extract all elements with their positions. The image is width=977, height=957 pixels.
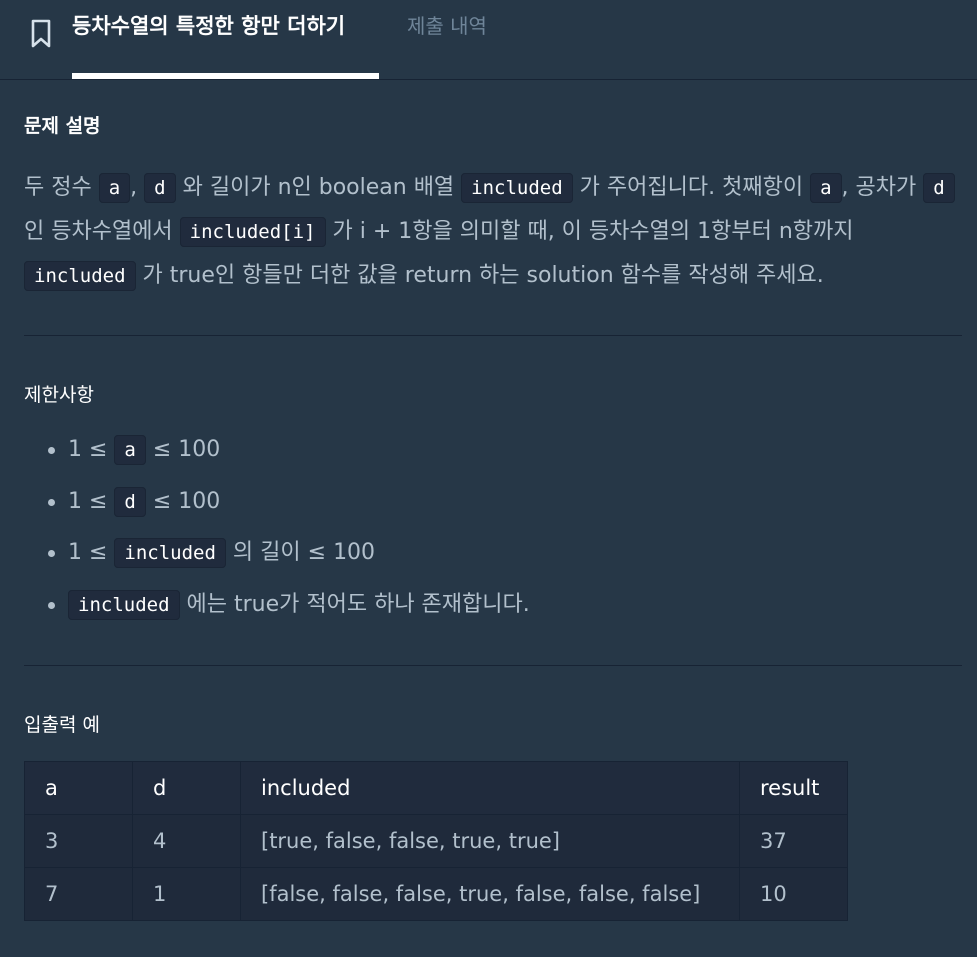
divider	[24, 335, 962, 336]
table-row: 7 1 [false, false, false, true, false, f…	[24, 867, 848, 921]
text-span: 가 i + 1항을 의미할 때, 이 등차수열의 1항부터 n항까지	[325, 219, 854, 244]
code-included: included	[68, 589, 180, 620]
text-span: 인 등차수열에서	[24, 219, 180, 244]
code-d: d	[144, 173, 176, 203]
active-tab-indicator	[72, 73, 379, 79]
column-header: a	[24, 761, 133, 815]
top-bar: 등차수열의 특정한 항만 더하기 제출 내역	[0, 0, 977, 80]
io-title: 입출력 예	[24, 714, 100, 736]
table-cell: 37	[739, 814, 848, 868]
io-table: a d included result 3 4 [true, false, fa…	[24, 761, 848, 921]
text-span: 에는 true가 적어도 하나 존재합니다.	[179, 591, 530, 617]
bookmark-icon[interactable]	[28, 18, 56, 50]
limit-item: included 에는 true가 적어도 하나 존재합니다.	[48, 584, 530, 636]
text-span: 가 주어집니다. 첫째항이	[572, 175, 811, 200]
tab-problem[interactable]: 등차수열의 특정한 항만 더하기	[72, 8, 345, 44]
table-cell: 7	[24, 867, 133, 921]
code-included-i: included[i]	[179, 217, 326, 247]
limits-list: 1 ≤ a ≤ 100 1 ≤ d ≤ 100 1 ≤ included 의 길…	[48, 429, 530, 636]
divider	[24, 665, 962, 666]
table-header-row: a d included result	[24, 761, 848, 815]
description-text: 두 정수 a, d 와 길이가 n인 boolean 배열 included 가…	[24, 166, 964, 298]
code-a: a	[98, 173, 131, 203]
text-span: ,	[130, 175, 145, 200]
code-included: included	[24, 261, 136, 291]
code-a: a	[114, 435, 146, 465]
column-header: d	[132, 761, 241, 815]
text-span: , 공차가	[841, 175, 924, 200]
tab-submission-history[interactable]: 제출 내역	[407, 8, 487, 44]
code-d: d	[114, 486, 146, 517]
text-span: 두 정수	[24, 175, 99, 200]
table-cell: [false, false, false, true, false, false…	[240, 867, 740, 921]
limit-item: 1 ≤ a ≤ 100	[48, 429, 530, 481]
table-cell: 3	[24, 814, 133, 868]
table-cell: 10	[739, 867, 848, 921]
limits-title: 제한사항	[24, 384, 94, 406]
column-header: result	[739, 761, 848, 815]
column-header: included	[240, 761, 740, 815]
code-included: included	[114, 538, 226, 568]
table-cell: [true, false, false, true, true]	[240, 814, 740, 868]
table-row: 3 4 [true, false, false, true, true] 37	[24, 814, 848, 868]
code-included: included	[461, 173, 573, 203]
code-d: d	[923, 173, 955, 203]
limit-item: 1 ≤ included 의 길이 ≤ 100	[48, 532, 530, 584]
text-span: ≤ 100	[145, 488, 221, 514]
text-span: 의 길이 ≤ 100	[225, 540, 376, 565]
text-span: 와 길이가 n인 boolean 배열	[175, 175, 462, 200]
text-span: ≤ 100	[145, 437, 221, 462]
table-cell: 1	[132, 867, 241, 921]
text-span: 1 ≤	[68, 488, 115, 514]
text-span: 1 ≤	[68, 540, 115, 565]
code-a: a	[810, 173, 842, 203]
text-span: 가 true인 항들만 더한 값을 return 하는 solution 함수를…	[135, 263, 824, 288]
description-title: 문제 설명	[24, 115, 101, 137]
table-cell: 4	[132, 814, 241, 868]
text-span: 1 ≤	[68, 437, 115, 462]
limit-item: 1 ≤ d ≤ 100	[48, 481, 530, 533]
